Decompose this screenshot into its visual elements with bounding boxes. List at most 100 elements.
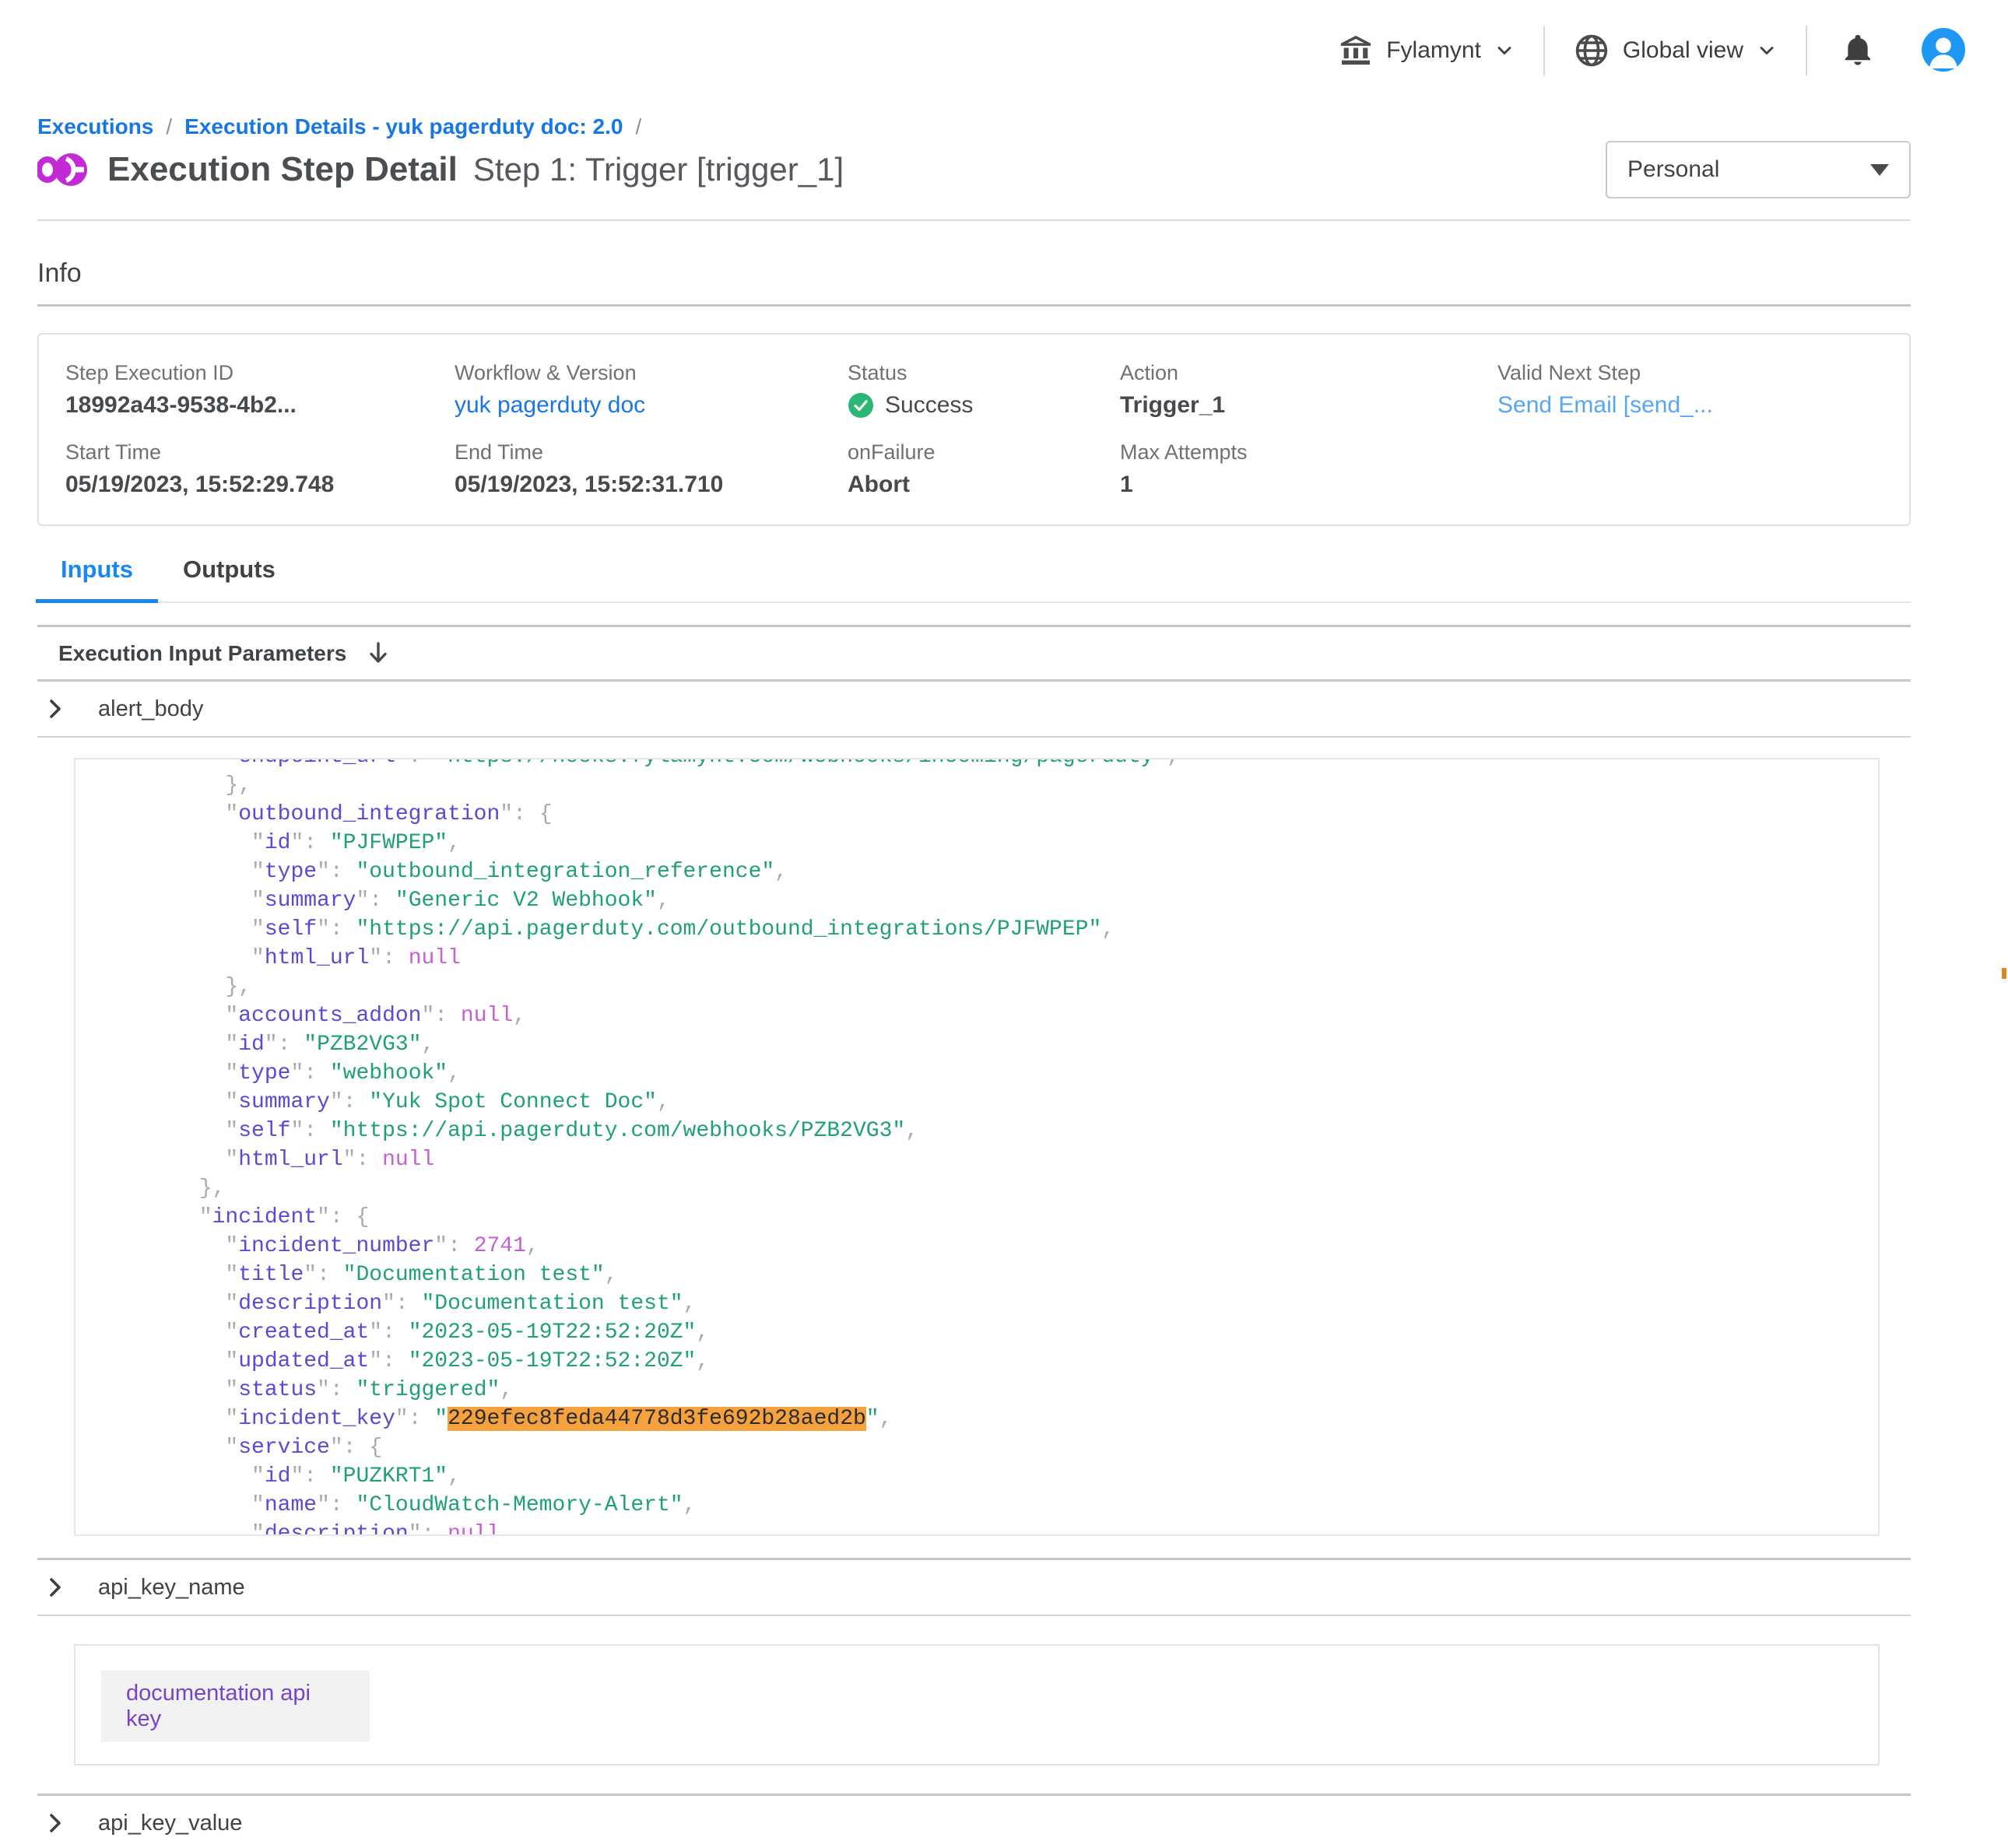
- info-field: Max Attempts1: [1120, 440, 1497, 498]
- info-field-label: End Time: [455, 440, 848, 464]
- code-line: "incident": {: [121, 1203, 1878, 1232]
- code-line: "incident_number": 2741,: [121, 1232, 1878, 1261]
- code-line: "status": "triggered",: [121, 1376, 1878, 1404]
- code-line: "id": "PUZKRT1",: [121, 1462, 1878, 1491]
- code-line: "id": "PZB2VG3",: [121, 1030, 1878, 1059]
- info-field-value: 18992a43-9538-4b2...: [65, 392, 455, 419]
- chevron-right-icon: [48, 1576, 62, 1598]
- notifications-button[interactable]: [1840, 32, 1876, 70]
- info-field-label: Workflow & Version: [455, 361, 848, 384]
- info-field: Status Success: [848, 361, 1120, 419]
- download-arrow-icon[interactable]: [367, 640, 390, 667]
- code-line: "description": null,: [121, 1520, 1878, 1536]
- breadcrumb-link[interactable]: Executions: [37, 114, 153, 139]
- view-switcher[interactable]: Global view: [1573, 32, 1778, 69]
- code-line: "type": "webhook",: [121, 1059, 1878, 1088]
- code-line: },: [121, 973, 1878, 1001]
- info-field: Workflow & Version yuk pagerduty doc: [455, 361, 848, 419]
- breadcrumb: Executions / Execution Details - yuk pager…: [37, 114, 1911, 140]
- execution-input-parameters-label: Execution Input Parameters: [58, 641, 346, 666]
- topbar: Fylamynt Global view: [0, 0, 2008, 101]
- chevron-down-icon: [1756, 40, 1778, 61]
- info-field-label: Action: [1120, 361, 1497, 384]
- code-line: "type": "outbound_integration_reference"…: [121, 857, 1878, 886]
- api-key-value-label: api_key_value: [98, 1811, 242, 1836]
- info-field: Action Trigger_1: [1120, 361, 1497, 419]
- api-key-name-label: api_key_name: [98, 1575, 245, 1601]
- org-name: Fylamynt: [1386, 37, 1481, 64]
- success-check-icon: [848, 392, 874, 419]
- code-line: "html_url": null: [121, 1145, 1878, 1174]
- bank-icon: [1338, 33, 1374, 68]
- code-line: },: [121, 1174, 1878, 1203]
- header-divider: [37, 219, 1911, 221]
- code-line: "endpoint_url": "https://hooks.fylamynt.…: [121, 758, 1878, 771]
- info-field: Start Time 05/19/2023, 15:52:29.748: [65, 440, 455, 498]
- execution-input-parameters-header: Execution Input Parameters: [37, 627, 1911, 682]
- info-field-value: Trigger_1: [1120, 392, 1497, 419]
- alert-body-label: alert_body: [98, 696, 203, 722]
- json-viewer[interactable]: "endpoint_url": "https://hooks.fylamynt.…: [74, 758, 1880, 1536]
- tab-inputs[interactable]: Inputs: [36, 556, 158, 603]
- info-field-label: onFailure: [848, 440, 1120, 464]
- code-line: "description": "Documentation test",: [121, 1289, 1878, 1318]
- alert-body-row[interactable]: alert_body: [37, 682, 1911, 738]
- api-key-name-row[interactable]: api_key_name: [37, 1560, 1911, 1616]
- info-field-link[interactable]: Send Email [send_...: [1497, 392, 1713, 419]
- status-text: Success: [885, 392, 973, 419]
- status-badge: Success: [848, 392, 1120, 419]
- info-field-label: Step Execution ID: [65, 361, 455, 384]
- code-line: "name": "CloudWatch-Memory-Alert",: [121, 1491, 1878, 1520]
- org-switcher[interactable]: Fylamynt: [1338, 33, 1515, 68]
- breadcrumb-link[interactable]: Execution Details - yuk pagerduty doc: 2…: [184, 114, 623, 139]
- breadcrumb-separator: /: [635, 114, 641, 139]
- avatar-icon: [1921, 27, 1966, 72]
- code-line: "accounts_addon": null,: [121, 1001, 1878, 1030]
- code-line: "summary": "Generic V2 Webhook",: [121, 886, 1878, 915]
- info-field: onFailure Abort: [848, 440, 1120, 498]
- bell-icon: [1840, 32, 1876, 68]
- code-line: "outbound_integration": {: [121, 800, 1878, 829]
- info-field-label: Max Attempts: [1120, 440, 1497, 464]
- page-content: Executions / Execution Details - yuk pager…: [0, 114, 2008, 1848]
- info-field-value: Abort: [848, 472, 1120, 498]
- info-heading: Info: [37, 258, 1911, 289]
- topbar-divider: [1543, 26, 1545, 75]
- info-field-value: 05/19/2023, 15:52:31.710: [455, 472, 848, 498]
- tabs: InputsOutputs: [36, 556, 1911, 603]
- code-line: "summary": "Yuk Spot Connect Doc",: [121, 1088, 1878, 1117]
- workflow-logo-icon: [37, 153, 89, 187]
- chevron-right-icon: [48, 698, 62, 720]
- topbar-divider: [1806, 26, 1807, 75]
- info-field-label: Status: [848, 361, 1120, 384]
- json-code: "endpoint_url": "https://hooks.fylamynt.…: [75, 758, 1878, 1536]
- page-subtitle: Step 1: Trigger [trigger_1]: [473, 151, 844, 188]
- scope-select[interactable]: Personal: [1606, 141, 1911, 198]
- info-field: Valid Next StepSend Email [send_...: [1497, 361, 1883, 419]
- api-key-name-chip[interactable]: documentation api key: [101, 1671, 370, 1742]
- globe-icon: [1573, 32, 1610, 69]
- code-line: "service": {: [121, 1433, 1878, 1462]
- info-field: Step Execution ID 18992a43-9538-4b2...: [65, 361, 455, 419]
- code-line: "updated_at": "2023-05-19T22:52:20Z",: [121, 1347, 1878, 1376]
- api-key-name-value-box: documentation api key: [74, 1644, 1880, 1766]
- scrollbar-find-marker: [2002, 968, 2006, 979]
- chevron-right-icon: [48, 1812, 62, 1834]
- view-name: Global view: [1623, 37, 1743, 64]
- title-row: Execution Step Detail Step 1: Trigger [t…: [37, 145, 1911, 195]
- info-field-label: Start Time: [65, 440, 455, 464]
- tab-outputs[interactable]: Outputs: [158, 556, 300, 603]
- info-field-link[interactable]: yuk pagerduty doc: [455, 392, 645, 419]
- scope-select-value: Personal: [1627, 156, 1719, 183]
- caret-down-icon: [1870, 164, 1889, 176]
- user-avatar[interactable]: [1921, 27, 1966, 75]
- info-card: Step Execution ID 18992a43-9538-4b2...Wor…: [37, 333, 1911, 526]
- info-divider: [37, 304, 1911, 307]
- info-field: End Time 05/19/2023, 15:52:31.710: [455, 440, 848, 498]
- api-key-value-row[interactable]: api_key_value: [37, 1796, 1911, 1848]
- info-field-value: 05/19/2023, 15:52:29.748: [65, 472, 455, 498]
- code-line: "incident_key": "229efec8feda44778d3fe69…: [121, 1404, 1878, 1433]
- code-line: "self": "https://api.pagerduty.com/outbo…: [121, 915, 1878, 944]
- code-line: "created_at": "2023-05-19T22:52:20Z",: [121, 1318, 1878, 1347]
- code-line: "title": "Documentation test",: [121, 1261, 1878, 1289]
